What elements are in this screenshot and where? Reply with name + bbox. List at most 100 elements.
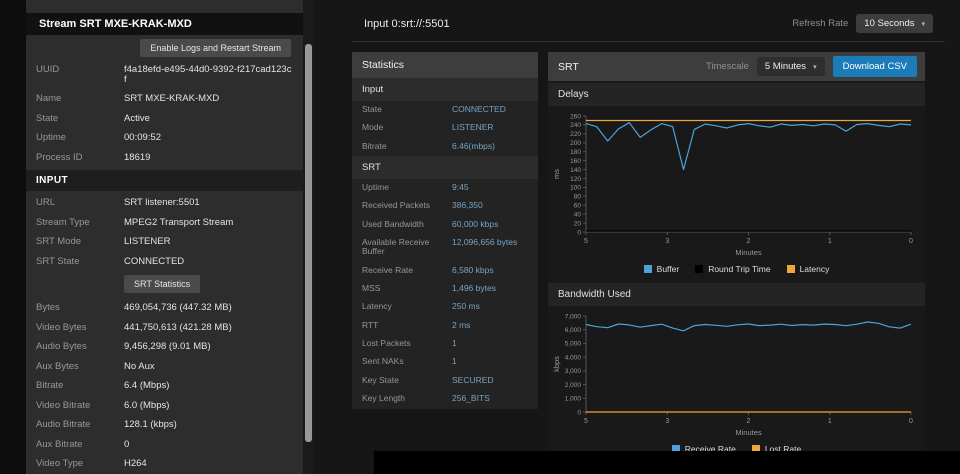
svg-text:260: 260	[570, 113, 581, 120]
svg-text:4,000: 4,000	[565, 354, 582, 361]
svg-text:Minutes: Minutes	[735, 428, 762, 437]
svg-text:3: 3	[665, 418, 669, 425]
stat-row: Key State SECURED	[352, 372, 538, 390]
stat-value: 250 ms	[452, 302, 528, 311]
field-row: SRT Mode LISTENER	[26, 232, 303, 252]
refresh-rate-group: Refresh Rate 10 Seconds ▾	[792, 14, 933, 33]
svg-text:0: 0	[909, 418, 913, 425]
stat-label: Received Packets	[362, 201, 452, 210]
field-label: Audio Bytes	[36, 342, 124, 352]
refresh-rate-dropdown[interactable]: 10 Seconds ▾	[856, 14, 933, 33]
field-label: Uptime	[36, 133, 124, 143]
stat-row: Mode LISTENER	[352, 119, 538, 137]
field-row: Bytes 469,054,736 (447.32 MB)	[26, 298, 303, 318]
sidebar-scrollbar[interactable]	[303, 0, 314, 474]
legend-swatch-icon	[644, 265, 652, 273]
input-section-header: INPUT	[26, 170, 303, 191]
stat-row: Bitrate 6.46(mbps)	[352, 138, 538, 156]
svg-text:160: 160	[570, 158, 581, 165]
legend-swatch-icon	[695, 265, 703, 273]
stat-label: MSS	[362, 284, 452, 293]
stat-value: 256_BITS	[452, 394, 528, 403]
svg-text:140: 140	[570, 167, 581, 174]
stream-info-list: UUID f4a18efd-e495-44d0-9392-f217cad123c…	[26, 60, 303, 167]
field-label: Video Type	[36, 459, 124, 469]
main-header: Input 0:srt://:5501 Refresh Rate 10 Seco…	[352, 14, 945, 42]
srt-statistics-button[interactable]: SRT Statistics	[124, 275, 200, 293]
bandwidth-section-header: Bandwidth Used	[548, 283, 925, 306]
field-label: State	[36, 114, 124, 124]
statistics-panel: Statistics Input State CONNECTED Mode LI…	[352, 52, 538, 409]
field-value: SRT listener:5501	[124, 198, 303, 208]
sidebar-scrollbar-thumb[interactable]	[305, 44, 312, 442]
field-label: URL	[36, 198, 124, 208]
svg-text:5: 5	[584, 238, 588, 245]
statistics-panel-header: Statistics	[352, 52, 538, 78]
legend-item: Buffer	[644, 264, 680, 274]
restart-row: Enable Logs and Restart Stream	[26, 35, 303, 60]
field-row: Aux Bytes No Aux	[26, 357, 303, 377]
stat-value: 1	[452, 357, 528, 366]
enable-logs-restart-button[interactable]: Enable Logs and Restart Stream	[140, 39, 291, 57]
field-label: UUID	[36, 65, 124, 84]
field-value: 128.1 (kbps)	[124, 420, 303, 430]
statistics-srt-rows: Uptime 9:45 Received Packets 386,350 Use…	[352, 179, 538, 408]
stat-value: 60,000 kbps	[452, 220, 528, 229]
stat-label: Receive Rate	[362, 266, 452, 275]
field-value: 18619	[124, 153, 303, 163]
field-label: Process ID	[36, 153, 124, 163]
stat-label: Key State	[362, 376, 452, 385]
srt-charts-panel: SRT Timescale 5 Minutes ▾ Download CSV D…	[548, 52, 925, 461]
download-csv-button[interactable]: Download CSV	[833, 56, 917, 77]
field-label: Bitrate	[36, 381, 124, 391]
stat-row: Sent NAKs 1	[352, 353, 538, 371]
svg-text:3: 3	[665, 238, 669, 245]
collapsed-nav-strip	[0, 0, 26, 474]
chevron-down-icon: ▾	[813, 63, 817, 71]
field-value: 469,054,736 (447.32 MB)	[124, 303, 303, 313]
field-label: Bytes	[36, 303, 124, 313]
stat-value: 2 ms	[452, 321, 528, 330]
field-value: LISTENER	[124, 237, 303, 247]
delays-section-header: Delays	[548, 83, 925, 106]
field-label: Aux Bytes	[36, 362, 124, 372]
field-row: Bitrate 6.4 (Mbps)	[26, 376, 303, 396]
field-row: Stream Type MPEG2 Transport Stream	[26, 213, 303, 233]
stat-row: Lost Packets 1	[352, 335, 538, 353]
stat-label: Available Receive Buffer	[362, 238, 452, 257]
svg-text:3,000: 3,000	[565, 368, 582, 375]
stat-value: 12,096,656 bytes	[452, 238, 528, 257]
svg-text:7,000: 7,000	[565, 313, 582, 320]
field-label: Video Bitrate	[36, 401, 124, 411]
stat-label: Sent NAKs	[362, 357, 452, 366]
field-row: Process ID 18619	[26, 148, 303, 168]
stat-value: 6,580 kbps	[452, 266, 528, 275]
svg-text:80: 80	[574, 194, 582, 201]
field-label: Audio Bitrate	[36, 420, 124, 430]
srt-panel-title: SRT	[558, 61, 579, 73]
stat-row: RTT 2 ms	[352, 317, 538, 335]
field-value: 6.4 (Mbps)	[124, 381, 303, 391]
stat-label: Latency	[362, 302, 452, 311]
svg-text:220: 220	[570, 131, 581, 138]
field-label: Name	[36, 94, 124, 104]
svg-text:kbps: kbps	[552, 356, 561, 372]
stat-label: Mode	[362, 123, 452, 132]
timescale-dropdown[interactable]: 5 Minutes ▾	[757, 57, 825, 76]
field-row: URL SRT listener:5501	[26, 193, 303, 213]
svg-text:5,000: 5,000	[565, 341, 582, 348]
timescale-value: 5 Minutes	[765, 61, 806, 72]
field-value: H264	[124, 459, 303, 469]
refresh-rate-value: 10 Seconds	[864, 18, 914, 29]
input-fields-top: URL SRT listener:5501 Stream Type MPEG2 …	[26, 193, 303, 271]
svg-text:5: 5	[584, 418, 588, 425]
stat-value: 1	[452, 339, 528, 348]
svg-text:240: 240	[570, 122, 581, 129]
bottom-black-bar	[374, 451, 960, 474]
svg-text:100: 100	[570, 185, 581, 192]
delays-chart-legend: BufferRound Trip TimeLatency	[548, 263, 925, 281]
field-value: 6.0 (Mbps)	[124, 401, 303, 411]
stat-value: 6.46(mbps)	[452, 142, 528, 151]
svg-text:0: 0	[909, 238, 913, 245]
svg-text:2: 2	[747, 238, 751, 245]
